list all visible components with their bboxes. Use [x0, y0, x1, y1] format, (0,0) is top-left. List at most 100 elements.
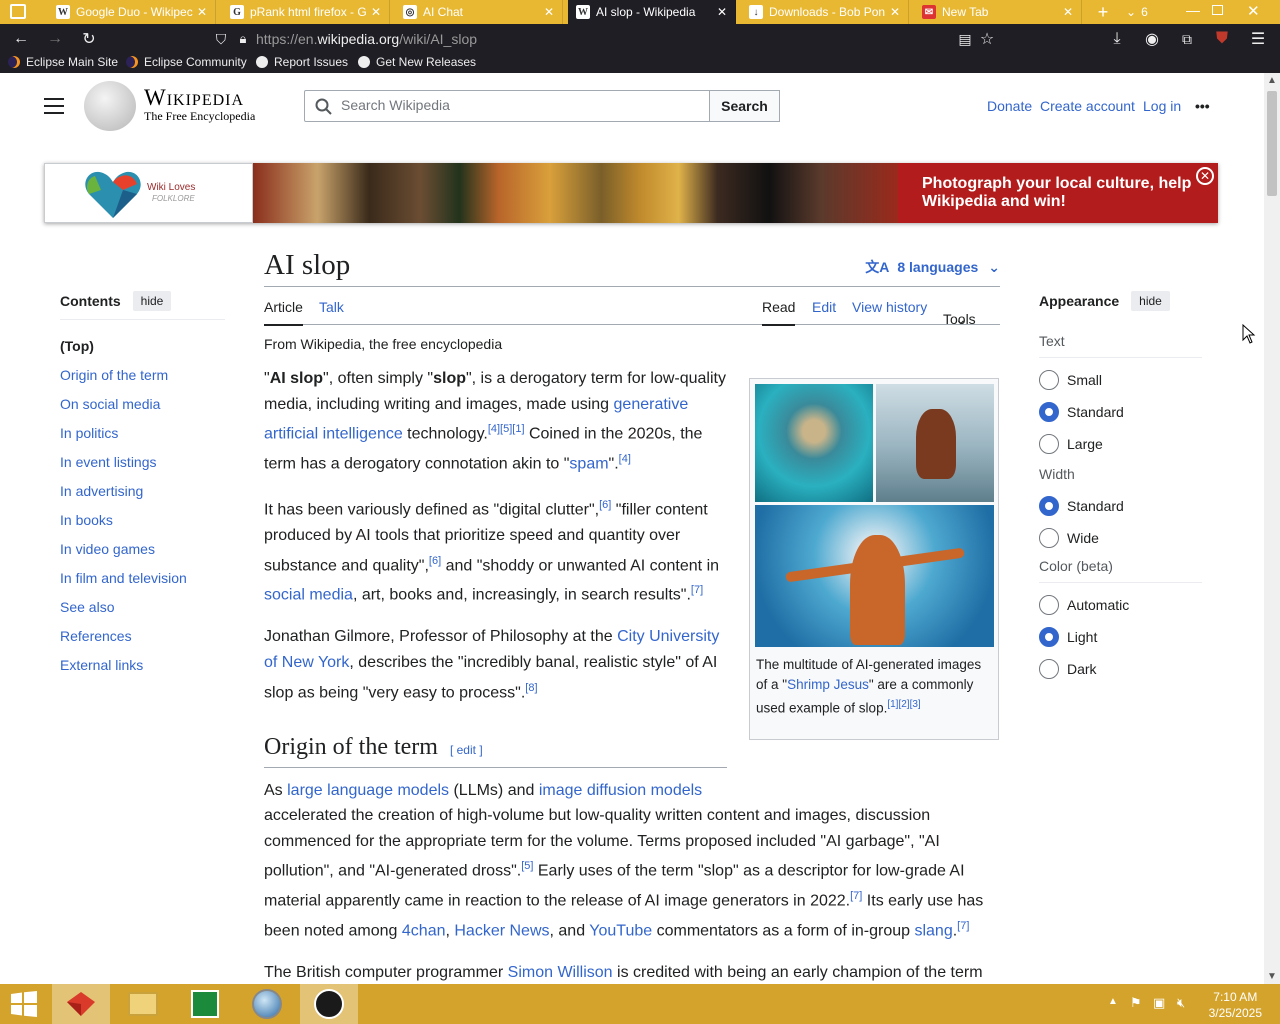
radio-width-standard[interactable]: Standard: [1039, 490, 1202, 522]
tab-article[interactable]: Article: [264, 299, 303, 326]
banner-close-icon[interactable]: ✕: [1196, 167, 1214, 185]
link-slang[interactable]: slang: [914, 922, 952, 939]
toc-item-references[interactable]: References: [60, 622, 225, 651]
scrollbar-thumb[interactable]: [1267, 91, 1277, 196]
tab-google-duo[interactable]: W Google Duo - Wikipec ✕: [48, 0, 216, 24]
link-4chan[interactable]: 4chan: [402, 922, 446, 939]
action-center-flag-icon[interactable]: ⚑: [1130, 995, 1142, 1011]
taskbar-app-eclipse[interactable]: [300, 984, 358, 1024]
close-icon[interactable]: ✕: [715, 5, 729, 19]
search-button[interactable]: Search: [709, 90, 780, 122]
shrimp-jesus-image-2[interactable]: [876, 384, 994, 502]
link-llm[interactable]: large language models: [287, 782, 449, 799]
toc-item-top[interactable]: (Top): [60, 332, 225, 361]
toc-item-advertising[interactable]: In advertising: [60, 477, 225, 506]
close-window-button[interactable]: ✕: [1247, 2, 1260, 20]
link-generative-ai[interactable]: generative artificial intelligence: [264, 396, 688, 443]
toc-item-see-also[interactable]: See also: [60, 593, 225, 622]
radio-color-dark[interactable]: Dark: [1039, 653, 1202, 685]
maximize-button[interactable]: [1212, 5, 1223, 15]
wikipedia-wordmark[interactable]: Wikipedia The Free Encyclopedia: [144, 85, 255, 124]
toc-item-politics[interactable]: In politics: [60, 419, 225, 448]
bookmark-report-issues[interactable]: Report Issues: [256, 55, 348, 69]
search-input[interactable]: [341, 97, 701, 113]
tab-talk[interactable]: Talk: [319, 299, 344, 315]
radio-button[interactable]: [1039, 595, 1059, 615]
login-link[interactable]: Log in: [1143, 98, 1181, 114]
toc-item-social-media[interactable]: On social media: [60, 390, 225, 419]
bookmark-eclipse-community[interactable]: Eclipse Community: [126, 55, 247, 69]
main-menu-icon[interactable]: [44, 98, 64, 114]
citation[interactable]: [7]: [957, 920, 969, 932]
citation[interactable]: [7]: [850, 890, 862, 902]
bookmark-get-new-releases[interactable]: Get New Releases: [358, 55, 476, 69]
close-icon[interactable]: ✕: [542, 5, 556, 19]
more-options-icon[interactable]: •••: [1195, 98, 1210, 114]
tab-ai-slop[interactable]: W AI slop - Wikipedia ✕: [568, 0, 736, 24]
link-youtube[interactable]: YouTube: [589, 922, 652, 939]
page-scrollbar[interactable]: ▲ ▼: [1264, 73, 1280, 984]
citation[interactable]: [5]: [521, 860, 533, 872]
radio-button[interactable]: [1039, 434, 1059, 454]
toc-item-film-tv[interactable]: In film and television: [60, 564, 225, 593]
toc-item-event-listings[interactable]: In event listings: [60, 448, 225, 477]
wiki-loves-folklore-banner[interactable]: Wiki Loves FOLKLORE Photograph your loca…: [44, 163, 1218, 223]
citation[interactable]: [1][2][3]: [887, 699, 920, 710]
bookmark-star-icon[interactable]: ☆: [976, 28, 998, 50]
radio-width-wide[interactable]: Wide: [1039, 522, 1202, 554]
radio-color-light[interactable]: Light: [1039, 621, 1202, 653]
language-button[interactable]: 文A 8 languages ⌄: [865, 257, 1000, 277]
close-icon[interactable]: ✕: [888, 5, 902, 19]
taskbar-app-browser[interactable]: [52, 984, 110, 1024]
tray-show-hidden-icon[interactable]: ▲: [1108, 996, 1118, 1007]
section-edit-link[interactable]: [ edit ]: [450, 743, 483, 757]
wikipedia-globe-logo[interactable]: [84, 81, 136, 131]
new-tab-button[interactable]: +: [1092, 2, 1114, 22]
radio-button[interactable]: [1039, 528, 1059, 548]
toc-item-video-games[interactable]: In video games: [60, 535, 225, 564]
scroll-up-arrow[interactable]: ▲: [1267, 75, 1277, 86]
network-icon[interactable]: ▣: [1153, 995, 1165, 1011]
start-button[interactable]: [0, 984, 48, 1024]
system-clock[interactable]: 7:10 AM 3/25/2025: [1209, 989, 1262, 1021]
close-icon[interactable]: ✕: [195, 5, 209, 19]
citation[interactable]: [6]: [599, 499, 611, 511]
radio-text-small[interactable]: Small: [1039, 364, 1202, 396]
scroll-down-arrow[interactable]: ▼: [1267, 971, 1277, 982]
radio-button[interactable]: [1039, 496, 1059, 516]
link-simon-willison[interactable]: Simon Willison: [508, 964, 613, 981]
download-icon[interactable]: ⤓: [1106, 28, 1128, 50]
tab-new-tab[interactable]: ✉ New Tab ✕: [914, 0, 1082, 24]
url-bar[interactable]: https://en.wikipedia.org/wiki/AI_slop: [256, 31, 477, 47]
tab-view-history[interactable]: View history: [852, 299, 927, 315]
link-cuny[interactable]: City University of New York: [264, 628, 719, 671]
radio-button[interactable]: [1039, 402, 1059, 422]
shrimp-jesus-image-1[interactable]: [755, 384, 873, 502]
tab-prank[interactable]: GpRank html firefox - G ✕: [222, 0, 390, 24]
toc-item-external-links[interactable]: External links: [60, 651, 225, 680]
appearance-hide-button[interactable]: hide: [1131, 291, 1170, 311]
link-spam[interactable]: spam: [569, 455, 608, 472]
toc-hide-button[interactable]: hide: [132, 291, 172, 311]
ublock-icon[interactable]: ⛊: [1211, 28, 1233, 50]
tab-read[interactable]: Read: [762, 299, 796, 326]
tab-ai-chat[interactable]: ◎ AI Chat ✕: [395, 0, 563, 24]
tab-downloads[interactable]: ↓ Downloads - Bob Pon ✕: [741, 0, 909, 24]
reload-button[interactable]: ↻: [78, 28, 100, 50]
taskbar-app-file-explorer[interactable]: [114, 984, 172, 1024]
radio-button[interactable]: [1039, 627, 1059, 647]
toc-item-origin[interactable]: Origin of the term: [60, 361, 225, 390]
donate-link[interactable]: Donate: [987, 98, 1032, 114]
citation[interactable]: [7]: [691, 584, 703, 596]
forward-button[interactable]: →: [44, 28, 66, 50]
link-image-diffusion[interactable]: image diffusion models: [539, 782, 702, 799]
taskbar-app-store[interactable]: [176, 984, 234, 1024]
search-box[interactable]: [304, 90, 710, 122]
radio-button[interactable]: [1039, 659, 1059, 679]
lock-icon[interactable]: 🔒︎: [232, 28, 254, 50]
account-icon[interactable]: ◉: [1141, 28, 1163, 50]
shrimp-jesus-image-3[interactable]: [755, 505, 994, 647]
toc-item-books[interactable]: In books: [60, 506, 225, 535]
back-button[interactable]: ←: [10, 28, 32, 50]
citation[interactable]: [4][5][1]: [488, 423, 525, 435]
